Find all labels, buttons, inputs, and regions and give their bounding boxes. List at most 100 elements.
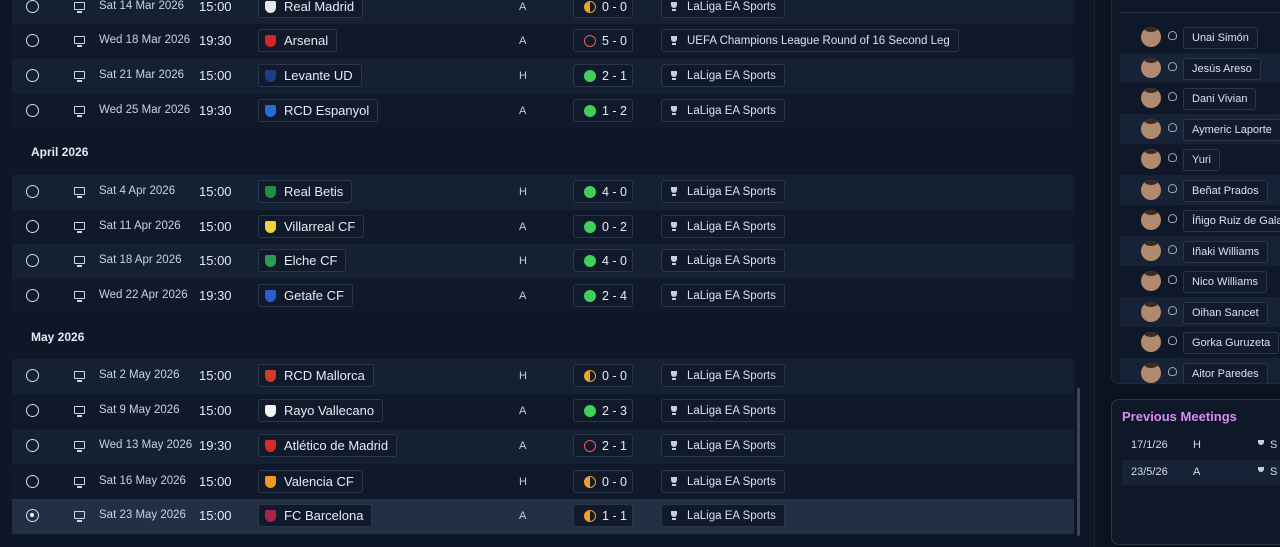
fixture-row[interactable]: Sat 11 Apr 2026 15:00 Villarreal CF A 0 - 2 L… xyxy=(12,210,1074,245)
competition-link[interactable]: LaLiga EA Sports xyxy=(661,364,785,387)
squad-player-row[interactable]: Nico Williams xyxy=(1120,266,1280,296)
competition-link[interactable]: LaLiga EA Sports xyxy=(661,504,785,527)
opponent-link[interactable]: Elche CF xyxy=(258,249,347,272)
result-badge[interactable]: 0 - 0 xyxy=(573,0,633,18)
result-badge[interactable]: 1 - 2 xyxy=(573,99,633,122)
meeting-row[interactable]: 23/5/26 A S xyxy=(1122,460,1280,485)
result-badge[interactable]: 2 - 3 xyxy=(573,399,633,422)
player-name[interactable]: Dani Vivian xyxy=(1183,88,1257,110)
squad-player-row[interactable]: Jesús Areso xyxy=(1120,53,1280,83)
select-radio[interactable] xyxy=(26,104,39,117)
select-radio[interactable] xyxy=(26,439,39,452)
player-name[interactable]: Nico Williams xyxy=(1183,271,1267,293)
result-badge[interactable]: 0 - 0 xyxy=(573,470,633,493)
squad-player-row[interactable]: Iñaki Williams xyxy=(1120,236,1280,266)
opponent-link[interactable]: Valencia CF xyxy=(258,470,363,493)
opponent-link[interactable]: Getafe CF xyxy=(258,284,353,307)
select-radio[interactable] xyxy=(26,220,39,233)
select-radio[interactable] xyxy=(26,254,39,267)
squad-player-row[interactable]: Yuri xyxy=(1120,144,1280,174)
tv-icon xyxy=(74,36,85,47)
competition-link[interactable]: LaLiga EA Sports xyxy=(661,64,785,87)
select-radio[interactable] xyxy=(26,289,39,302)
competition-link[interactable]: LaLiga EA Sports xyxy=(661,284,785,307)
player-name[interactable]: Gorka Guruzeta xyxy=(1183,332,1280,354)
select-radio[interactable] xyxy=(26,404,39,417)
opponent-name: Arsenal xyxy=(284,33,329,48)
player-name[interactable]: Oihan Sancet xyxy=(1183,302,1268,324)
fixture-row[interactable]: Wed 22 Apr 2026 19:30 Getafe CF A 2 - 4 LaLig… xyxy=(12,279,1074,314)
opponent-link[interactable]: Rayo Vallecano xyxy=(258,399,384,422)
result-badge[interactable]: 0 - 2 xyxy=(573,215,633,238)
squad-player-row[interactable]: Unai Simón xyxy=(1120,22,1280,52)
opponent-link[interactable]: Arsenal xyxy=(258,29,338,52)
competition-link[interactable]: LaLiga EA Sports xyxy=(661,434,785,457)
fixture-row[interactable]: Sat 16 May 2026 15:00 Valencia CF H 0 - 0 LaL… xyxy=(12,465,1074,500)
result-badge[interactable]: 4 - 0 xyxy=(573,180,633,203)
trophy-icon xyxy=(670,440,678,451)
player-name[interactable]: Yuri xyxy=(1183,149,1220,171)
result-badge[interactable]: 1 - 1 xyxy=(573,504,633,527)
select-radio[interactable] xyxy=(26,69,39,82)
opponent-link[interactable]: FC Barcelona xyxy=(258,504,373,527)
fixture-row[interactable]: Sat 9 May 2026 15:00 Rayo Vallecano A 2 - 3 L… xyxy=(12,394,1074,429)
squad-player-row[interactable]: Gorka Guruzeta xyxy=(1120,327,1280,357)
select-radio[interactable] xyxy=(26,185,39,198)
squad-player-row[interactable]: Dani Vivian xyxy=(1120,83,1280,113)
result-badge[interactable]: 4 - 0 xyxy=(573,249,633,272)
competition-link[interactable]: LaLiga EA Sports xyxy=(661,470,785,493)
competition-link[interactable]: LaLiga EA Sports xyxy=(661,180,785,203)
select-radio[interactable] xyxy=(26,509,39,522)
result-badge[interactable]: 0 - 0 xyxy=(573,364,633,387)
meeting-row[interactable]: 17/1/26 H S xyxy=(1122,433,1280,458)
player-name[interactable]: Unai Simón xyxy=(1183,27,1258,49)
competition-link[interactable]: UEFA Champions League Round of 16 Second… xyxy=(661,29,959,52)
fixture-row[interactable]: Wed 25 Mar 2026 19:30 RCD Espanyol A 1 - 2 La… xyxy=(12,94,1074,129)
player-name[interactable]: Aymeric Laporte xyxy=(1183,119,1280,141)
squad-player-row[interactable]: Beñat Prados xyxy=(1120,175,1280,205)
fixture-row[interactable]: Sat 23 May 2026 15:00 FC Barcelona A 1 - 1 La… xyxy=(12,499,1074,534)
opponent-link[interactable]: Villarreal CF xyxy=(258,215,365,238)
opponent-link[interactable]: Real Madrid xyxy=(258,0,364,18)
fixture-row[interactable]: Sat 18 Apr 2026 15:00 Elche CF H 4 - 0 LaLiga… xyxy=(12,244,1074,279)
squad-player-row[interactable]: Íñigo Ruiz de Galar xyxy=(1120,205,1280,235)
fixture-row[interactable]: Sat 21 Mar 2026 15:00 Levante UD H 2 - 1 LaLi… xyxy=(12,59,1074,94)
competition-link[interactable]: LaLiga EA Sports xyxy=(661,399,785,422)
club-crest-icon xyxy=(265,475,276,488)
result-badge[interactable]: 2 - 1 xyxy=(573,434,633,457)
opponent-link[interactable]: Atlético de Madrid xyxy=(258,434,398,457)
competition-link[interactable]: LaLiga EA Sports xyxy=(661,99,785,122)
result-badge[interactable]: 5 - 0 xyxy=(573,29,633,52)
player-name[interactable]: Beñat Prados xyxy=(1183,180,1268,202)
competition-link[interactable]: LaLiga EA Sports xyxy=(661,0,785,18)
fixtures-scrollbar[interactable] xyxy=(1077,388,1080,536)
select-radio[interactable] xyxy=(26,475,39,488)
player-name[interactable]: Aitor Paredes xyxy=(1183,363,1268,383)
select-radio[interactable] xyxy=(26,34,39,47)
fixture-row[interactable]: Wed 13 May 2026 19:30 Atlético de Madrid A 2… xyxy=(12,429,1074,464)
select-radio[interactable] xyxy=(26,0,39,13)
opponent-link[interactable]: Levante UD xyxy=(258,64,362,87)
opponent-link[interactable]: Real Betis xyxy=(258,180,353,203)
fixture-row[interactable]: Sat 4 Apr 2026 15:00 Real Betis H 4 - 0 LaLig… xyxy=(12,175,1074,210)
player-name[interactable]: Jesús Areso xyxy=(1183,58,1261,80)
squad-player-row[interactable]: Oihan Sancet xyxy=(1120,297,1280,327)
result-badge[interactable]: 2 - 1 xyxy=(573,64,633,87)
competition-name: LaLiga EA Sports xyxy=(687,439,776,452)
opponent-link[interactable]: RCD Espanyol xyxy=(258,99,379,122)
squad-player-row[interactable]: Aymeric Laporte xyxy=(1120,114,1280,144)
club-crest-icon xyxy=(265,439,276,452)
fixture-row[interactable]: Wed 18 Mar 2026 19:30 Arsenal A 5 - 0 UEFA Ch… xyxy=(12,24,1074,59)
player-name[interactable]: Iñaki Williams xyxy=(1183,241,1269,263)
fixture-row[interactable]: Sat 14 Mar 2026 15:00 Real Madrid A 0 - 0 LaL… xyxy=(12,0,1074,25)
opponent-link[interactable]: RCD Mallorca xyxy=(258,364,374,387)
fixture-row[interactable]: Sat 2 May 2026 15:00 RCD Mallorca H 0 - 0 LaL… xyxy=(12,359,1074,394)
squad-player-row[interactable]: Aitor Paredes xyxy=(1120,358,1280,383)
fixture-time: 19:30 xyxy=(199,288,232,303)
player-name[interactable]: Íñigo Ruiz de Galar xyxy=(1183,210,1280,232)
competition-link[interactable]: LaLiga EA Sports xyxy=(661,249,785,272)
result-badge[interactable]: 2 - 4 xyxy=(573,284,633,307)
competition-link[interactable]: LaLiga EA Sports xyxy=(661,215,785,238)
competition-name: LaLiga EA Sports xyxy=(687,220,776,233)
select-radio[interactable] xyxy=(26,369,39,382)
